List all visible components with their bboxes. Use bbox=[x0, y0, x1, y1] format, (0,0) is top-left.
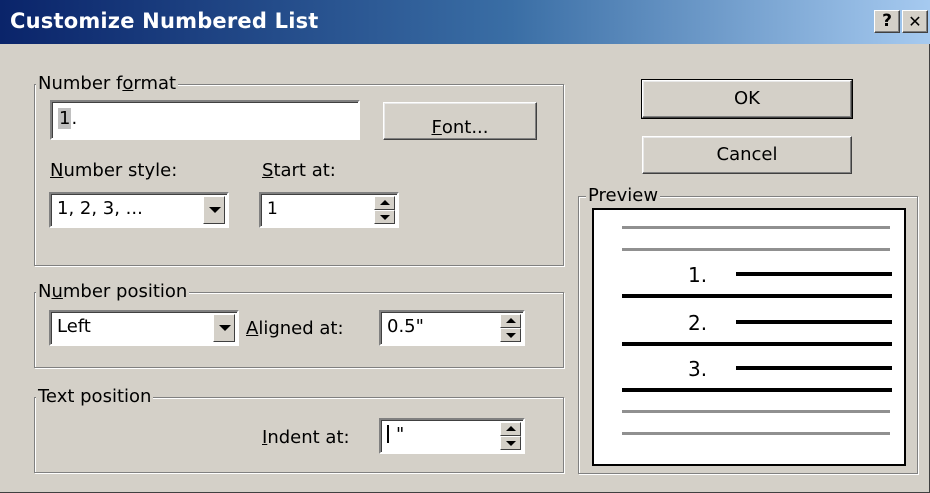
preview-line bbox=[736, 320, 892, 324]
start-at-spin-buttons[interactable] bbox=[374, 196, 395, 224]
close-button[interactable]: ✕ bbox=[902, 10, 928, 33]
preview-line bbox=[622, 226, 890, 229]
number-alignment-select[interactable]: Left bbox=[49, 310, 239, 346]
number-style-value: 1, 2, 3, ... bbox=[57, 198, 143, 219]
indent-at-value: " bbox=[387, 423, 404, 447]
preview-line bbox=[622, 294, 892, 298]
indent-at-spinner[interactable]: " bbox=[379, 418, 525, 454]
chevron-down-icon bbox=[209, 207, 221, 213]
aligned-at-down-button[interactable] bbox=[500, 328, 521, 342]
aligned-at-spinner[interactable]: 0.5" bbox=[379, 310, 525, 346]
start-at-down-button[interactable] bbox=[374, 210, 395, 224]
arrow-down-icon bbox=[380, 215, 390, 220]
preview-number-1: 1. bbox=[688, 263, 708, 287]
arrow-down-icon bbox=[506, 441, 516, 446]
arrow-up-icon bbox=[506, 318, 516, 323]
ok-button[interactable]: OK bbox=[641, 79, 853, 119]
number-style-label: Number style: bbox=[50, 160, 178, 181]
start-at-label: Start at: bbox=[262, 160, 336, 181]
number-position-legend: Number position bbox=[36, 281, 190, 302]
aligned-at-label: Aligned at: bbox=[246, 318, 344, 339]
number-format-input[interactable]: 1. bbox=[50, 100, 360, 140]
title-bar[interactable]: Customize Numbered List ? ✕ bbox=[0, 0, 930, 44]
aligned-at-spin-buttons[interactable] bbox=[500, 314, 521, 342]
arrow-up-icon bbox=[506, 426, 516, 431]
dialog-title: Customize Numbered List bbox=[10, 9, 319, 33]
number-format-rest-text: . bbox=[71, 108, 78, 129]
arrow-down-icon bbox=[506, 333, 516, 338]
indent-at-spin-buttons[interactable] bbox=[500, 422, 521, 450]
start-at-up-button[interactable] bbox=[374, 196, 395, 210]
number-style-dropdown-button[interactable] bbox=[203, 196, 225, 224]
preview-number-3: 3. bbox=[688, 357, 708, 381]
help-button[interactable]: ? bbox=[874, 10, 900, 33]
preview-line bbox=[622, 432, 890, 435]
number-format-selected-text: 1 bbox=[58, 108, 72, 129]
close-icon: ✕ bbox=[908, 12, 922, 31]
aligned-at-value: 0.5" bbox=[387, 316, 424, 337]
indent-at-down-button[interactable] bbox=[500, 436, 521, 450]
number-style-select[interactable]: 1, 2, 3, ... bbox=[49, 192, 229, 228]
font-button[interactable]: Font... bbox=[383, 102, 537, 140]
preview-line bbox=[736, 366, 892, 370]
start-at-spinner[interactable]: 1 bbox=[259, 192, 399, 228]
indent-at-label: Indent at: bbox=[262, 427, 350, 448]
preview-line bbox=[736, 272, 892, 276]
preview-line bbox=[622, 342, 892, 346]
text-position-legend: Text position bbox=[36, 386, 154, 407]
start-at-value: 1 bbox=[267, 199, 278, 219]
number-format-legend: Number format bbox=[36, 73, 179, 94]
number-alignment-dropdown-button[interactable] bbox=[213, 314, 235, 342]
aligned-at-up-button[interactable] bbox=[500, 314, 521, 328]
help-icon: ? bbox=[882, 11, 892, 31]
arrow-up-icon bbox=[380, 200, 390, 205]
preview-line bbox=[622, 388, 892, 392]
preview-number-2: 2. bbox=[688, 311, 708, 335]
chevron-down-icon bbox=[219, 325, 231, 331]
customize-numbered-list-dialog: Customize Numbered List ? ✕ Number forma… bbox=[0, 0, 930, 493]
cancel-button[interactable]: Cancel bbox=[642, 136, 852, 174]
indent-at-up-button[interactable] bbox=[500, 422, 521, 436]
number-alignment-value: Left bbox=[57, 316, 91, 337]
preview-pane: 1. 2. 3. bbox=[592, 208, 906, 466]
preview-line bbox=[622, 410, 890, 413]
text-cursor-icon bbox=[387, 425, 395, 443]
preview-legend: Preview bbox=[586, 185, 661, 206]
preview-line bbox=[622, 248, 890, 251]
